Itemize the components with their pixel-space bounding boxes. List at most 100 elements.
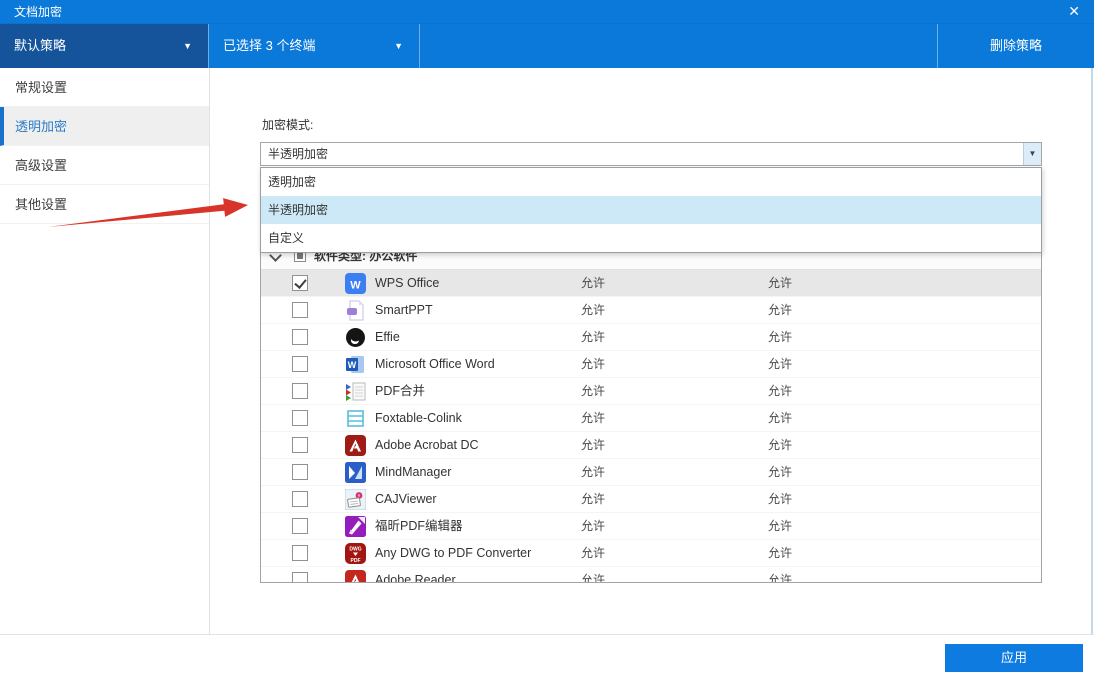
row-checkbox[interactable] xyxy=(292,491,308,507)
ms-word-icon: W xyxy=(345,354,366,375)
permission-cell-1[interactable]: 允许 xyxy=(581,405,605,432)
permission-cell-1[interactable]: 允许 xyxy=(581,378,605,405)
terminal-dropdown-label: 已选择 3 个终端 xyxy=(223,24,315,68)
effie-icon xyxy=(345,327,366,348)
app-name: Any DWG to PDF Converter xyxy=(375,540,531,567)
row-checkbox[interactable] xyxy=(292,410,308,426)
permission-cell-2[interactable]: 允许 xyxy=(768,486,792,513)
table-row[interactable]: 福昕PDF编辑器 允许 允许 xyxy=(261,513,1041,540)
option-custom[interactable]: 自定义 xyxy=(261,224,1041,252)
row-checkbox[interactable] xyxy=(292,464,308,480)
policy-dropdown[interactable]: 默认策略 ▼ xyxy=(0,24,208,68)
table-row[interactable]: MindManager 允许 允许 xyxy=(261,459,1041,486)
permission-cell-1[interactable]: 允许 xyxy=(581,324,605,351)
sidebar-item-general[interactable]: 常规设置 xyxy=(0,68,209,107)
permission-cell-1[interactable]: 允许 xyxy=(581,351,605,378)
app-name: 福昕PDF编辑器 xyxy=(375,513,463,540)
table-row[interactable]: W WPS Office 允许 允许 xyxy=(261,270,1041,297)
policy-toolbar: 默认策略 ▼ 已选择 3 个终端 ▼ 删除策略 xyxy=(0,24,1094,68)
terminal-dropdown[interactable]: 已选择 3 个终端 ▼ xyxy=(208,24,420,68)
app-name: Adobe Acrobat DC xyxy=(375,432,479,459)
permission-cell-2[interactable]: 允许 xyxy=(768,540,792,567)
sidebar-item-label: 常规设置 xyxy=(15,80,67,95)
close-icon[interactable]: ✕ xyxy=(1068,0,1080,24)
app-name: MindManager xyxy=(375,459,451,486)
svg-text:W: W xyxy=(350,280,361,292)
apply-button[interactable]: 应用 xyxy=(945,644,1083,672)
wps-office-icon: W xyxy=(345,273,366,294)
encryption-mode-label: 加密模式: xyxy=(262,116,313,133)
foxit-pdf-icon xyxy=(345,516,366,537)
chevron-down-icon: ▼ xyxy=(394,24,403,68)
sidebar-item-other[interactable]: 其他设置 xyxy=(0,185,209,224)
table-row[interactable]: Adobe Reader 允许 允许 xyxy=(261,567,1041,583)
option-semi-transparent[interactable]: 半透明加密 xyxy=(261,196,1041,224)
smartppt-icon xyxy=(345,300,366,321)
encryption-mode-select[interactable]: 半透明加密 ▼ xyxy=(260,142,1042,166)
permission-cell-1[interactable]: 允许 xyxy=(581,297,605,324)
svg-text:DWG: DWG xyxy=(349,547,361,553)
row-checkbox[interactable] xyxy=(292,518,308,534)
permission-cell-2[interactable]: 允许 xyxy=(768,513,792,540)
footer-bar: 应用 xyxy=(0,634,1094,678)
adobe-reader-icon xyxy=(345,570,366,583)
row-checkbox[interactable] xyxy=(292,437,308,453)
indeterminate-mark xyxy=(297,253,303,259)
app-name: Foxtable-Colink xyxy=(375,405,462,432)
sidebar-item-transparent-encryption[interactable]: 透明加密 xyxy=(0,107,209,146)
pdf-merge-icon xyxy=(345,381,366,402)
row-checkbox[interactable] xyxy=(292,329,308,345)
permission-cell-2[interactable]: 允许 xyxy=(768,270,792,297)
app-name: SmartPPT xyxy=(375,297,433,324)
window-titlebar: 文档加密 ✕ xyxy=(0,0,1094,24)
row-checkbox[interactable] xyxy=(292,275,308,291)
anydwg-icon: DWG PDF xyxy=(345,543,366,564)
row-checkbox[interactable] xyxy=(292,383,308,399)
option-transparent[interactable]: 透明加密 xyxy=(261,168,1041,196)
permission-cell-1[interactable]: 允许 xyxy=(581,540,605,567)
app-name: CAJViewer xyxy=(375,486,437,513)
encryption-mode-listbox: 透明加密 半透明加密 自定义 xyxy=(260,167,1042,253)
permission-cell-2[interactable]: 允许 xyxy=(768,405,792,432)
table-row[interactable]: Adobe Acrobat DC 允许 允许 xyxy=(261,432,1041,459)
permission-cell-2[interactable]: 允许 xyxy=(768,297,792,324)
app-name: PDF合并 xyxy=(375,378,425,405)
row-checkbox[interactable] xyxy=(292,545,308,561)
permission-cell-1[interactable]: 允许 xyxy=(581,432,605,459)
permission-cell-1[interactable]: 允许 xyxy=(581,486,605,513)
table-row[interactable]: W Microsoft Office Word 允许 允许 xyxy=(261,351,1041,378)
table-row[interactable]: Effie 允许 允许 xyxy=(261,324,1041,351)
permission-cell-2[interactable]: 允许 xyxy=(768,351,792,378)
permission-cell-2[interactable]: 允许 xyxy=(768,378,792,405)
table-row[interactable]: CAJViewer 允许 允许 xyxy=(261,486,1041,513)
permission-cell-2[interactable]: 允许 xyxy=(768,567,792,583)
permission-cell-1[interactable]: 允许 xyxy=(581,270,605,297)
table-row[interactable]: SmartPPT 允许 允许 xyxy=(261,297,1041,324)
delete-policy-button[interactable]: 删除策略 xyxy=(937,24,1094,68)
software-rows: W WPS Office 允许 允许 SmartPPT 允许 允许 Effie … xyxy=(261,270,1041,583)
permission-cell-2[interactable]: 允许 xyxy=(768,432,792,459)
permission-cell-1[interactable]: 允许 xyxy=(581,513,605,540)
sidebar-item-advanced[interactable]: 高级设置 xyxy=(0,146,209,185)
settings-content: 加密模式: 半透明加密 ▼ 透明加密 半透明加密 自定义 软件类型: 办公软件 … xyxy=(210,68,1094,634)
policy-dropdown-label: 默认策略 xyxy=(14,24,66,68)
select-arrow-icon[interactable]: ▼ xyxy=(1023,143,1041,165)
row-checkbox[interactable] xyxy=(292,356,308,372)
table-row[interactable]: Foxtable-Colink 允许 允许 xyxy=(261,405,1041,432)
permission-cell-1[interactable]: 允许 xyxy=(581,567,605,583)
sidebar-item-label: 其他设置 xyxy=(15,197,67,212)
svg-text:PDF: PDF xyxy=(351,558,361,564)
row-checkbox[interactable] xyxy=(292,572,308,583)
app-name: Microsoft Office Word xyxy=(375,351,495,378)
table-row[interactable]: DWG PDF Any DWG to PDF Converter 允许 允许 xyxy=(261,540,1041,567)
foxtable-icon xyxy=(345,408,366,429)
row-checkbox[interactable] xyxy=(292,302,308,318)
table-row[interactable]: PDF合并 允许 允许 xyxy=(261,378,1041,405)
permission-cell-2[interactable]: 允许 xyxy=(768,324,792,351)
window-title: 文档加密 xyxy=(14,0,62,24)
permission-cell-1[interactable]: 允许 xyxy=(581,459,605,486)
svg-text:W: W xyxy=(348,360,357,370)
permission-cell-2[interactable]: 允许 xyxy=(768,459,792,486)
sidebar-item-label: 高级设置 xyxy=(15,158,67,173)
settings-sidebar: 常规设置 透明加密 高级设置 其他设置 xyxy=(0,68,210,634)
